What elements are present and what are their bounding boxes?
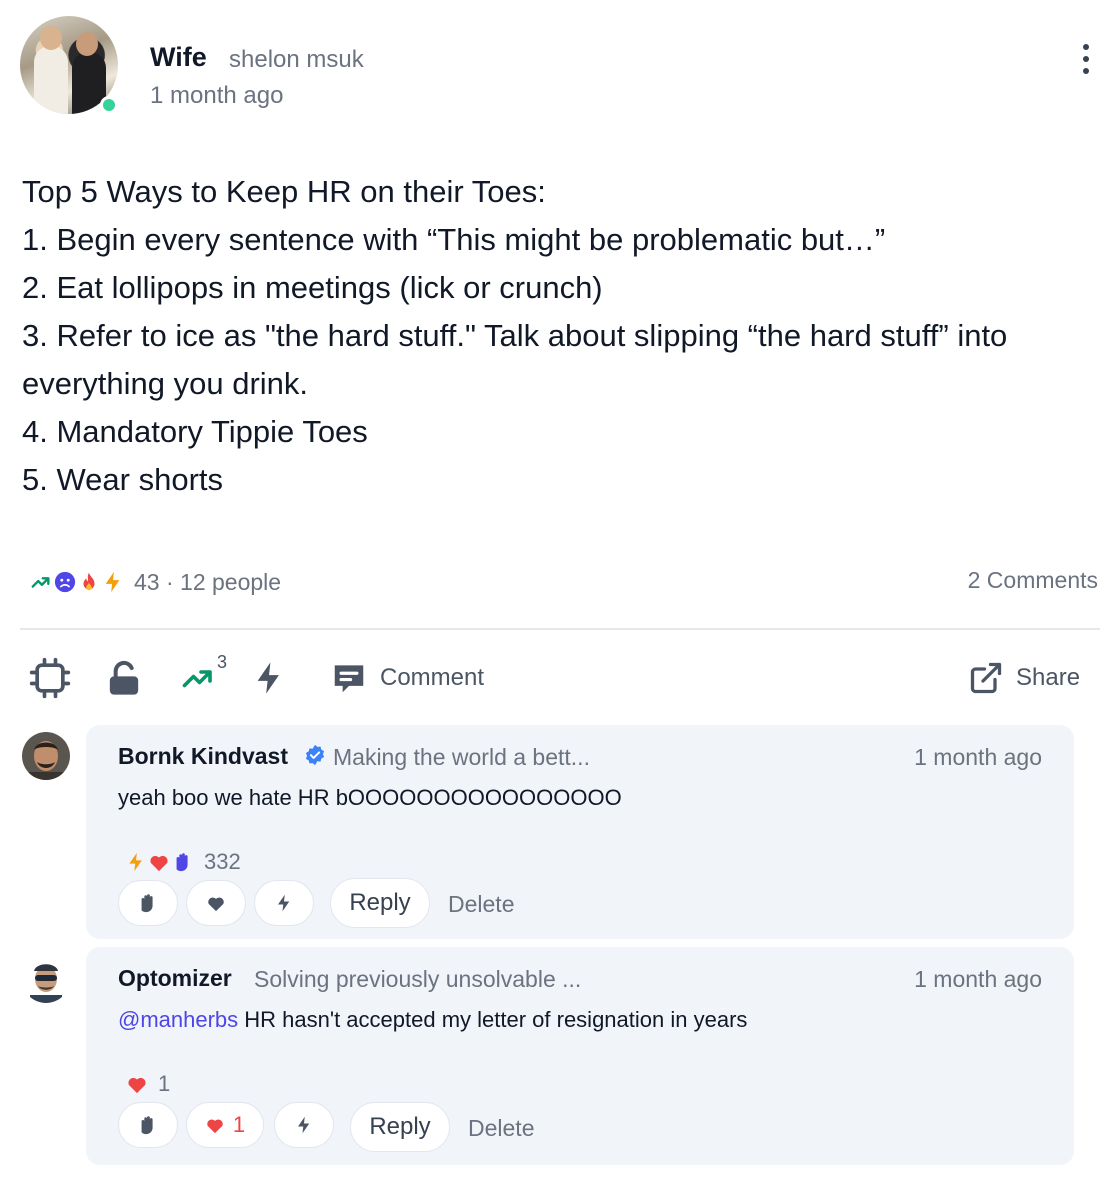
share-icon bbox=[970, 662, 1002, 694]
reply-button[interactable]: Reply bbox=[330, 878, 430, 928]
delete-button[interactable]: Delete bbox=[448, 891, 514, 918]
delete-button[interactable]: Delete bbox=[468, 1115, 534, 1142]
reply-button[interactable]: Reply bbox=[350, 1102, 450, 1152]
comment-reaction-total: 1 bbox=[158, 1071, 171, 1096]
heart-icon bbox=[150, 855, 168, 872]
chip-reaction-button[interactable] bbox=[28, 650, 72, 706]
post-line: 1. Begin every sentence with “This might… bbox=[22, 222, 886, 257]
comment-icon bbox=[334, 665, 364, 693]
heart-icon bbox=[128, 1077, 146, 1094]
post-line: 4. Mandatory Tippie Toes bbox=[22, 414, 368, 449]
commenter-name[interactable]: Optomizer bbox=[118, 965, 232, 992]
commenter-avatar[interactable] bbox=[22, 732, 70, 780]
trending-icon bbox=[182, 670, 212, 688]
bolt-icon bbox=[105, 571, 120, 593]
comment-label: Comment bbox=[380, 664, 485, 691]
bolt-reaction-button[interactable] bbox=[274, 1102, 334, 1148]
comment-timestamp: 1 month ago bbox=[914, 744, 1042, 770]
post-body: Top 5 Ways to Keep HR on their Toes: 1. … bbox=[22, 168, 1102, 504]
author-name[interactable]: Wife bbox=[150, 42, 207, 73]
reaction-summary-text: 43 · 12 people bbox=[134, 568, 282, 595]
author-handle: shelon msuk bbox=[229, 46, 364, 73]
trending-icon bbox=[31, 577, 50, 588]
comment-timestamp: 1 month ago bbox=[914, 966, 1042, 992]
post-line: 5. Wear shorts bbox=[22, 462, 224, 497]
sad-face-icon bbox=[54, 571, 76, 593]
heart-icon bbox=[208, 897, 224, 912]
comment-reaction-summary[interactable]: 332 bbox=[126, 849, 241, 875]
reaction-summary[interactable]: 43 · 12 people bbox=[30, 565, 281, 599]
comment-text-body: HR hasn't accepted my letter of resignat… bbox=[238, 1007, 748, 1032]
chip-icon bbox=[29, 657, 71, 699]
post-header: Wife shelon msuk 1 month ago bbox=[20, 16, 1100, 116]
bolt-reaction-button[interactable] bbox=[252, 650, 286, 706]
heart-reaction-button[interactable] bbox=[186, 880, 246, 926]
bolt-icon bbox=[129, 852, 142, 872]
commenter-name[interactable]: Bornk Kindvast bbox=[118, 743, 288, 770]
hand-icon bbox=[176, 853, 188, 872]
comment-card: Optomizer Solving previously unsolvable … bbox=[86, 947, 1074, 1165]
fire-icon bbox=[83, 572, 95, 591]
post-action-bar: 3 Comment Share bbox=[28, 650, 1088, 706]
online-status-indicator bbox=[100, 96, 118, 114]
hand-icon bbox=[141, 894, 153, 913]
hand-reaction-button[interactable] bbox=[118, 880, 178, 926]
hand-reaction-button[interactable] bbox=[118, 1102, 178, 1148]
comment-text: @manherbs HR hasn't accepted my letter o… bbox=[118, 1007, 747, 1033]
unlock-reaction-button[interactable] bbox=[104, 650, 144, 706]
heart-icon bbox=[207, 1119, 223, 1134]
heart-reaction-button-active[interactable]: 1 bbox=[186, 1102, 264, 1148]
share-button[interactable]: Share bbox=[968, 650, 1080, 706]
trending-reaction-button[interactable]: 3 bbox=[180, 650, 227, 706]
post-timestamp: 1 month ago bbox=[150, 82, 284, 109]
commenter-bio: Solving previously unsolvable ... bbox=[254, 966, 582, 992]
comment-reaction-total: 332 bbox=[204, 849, 241, 874]
hand-icon bbox=[141, 1116, 153, 1135]
post-line: everything you drink. bbox=[22, 366, 309, 401]
heart-reaction-count: 1 bbox=[232, 1112, 246, 1137]
comments-count-link[interactable]: 2 Comments bbox=[968, 567, 1098, 594]
bolt-icon bbox=[298, 1116, 310, 1134]
comment-reaction-summary[interactable]: 1 bbox=[126, 1071, 170, 1097]
more-options-icon[interactable] bbox=[1080, 44, 1092, 74]
post-line: 2. Eat lollipops in meetings (lick or cr… bbox=[22, 270, 603, 305]
bolt-icon bbox=[278, 894, 290, 912]
bolt-icon bbox=[257, 662, 279, 694]
comment-card: Bornk Kindvast Making the world a bett..… bbox=[86, 725, 1074, 939]
commenter-bio: Making the world a bett... bbox=[333, 744, 590, 770]
share-label: Share bbox=[1016, 664, 1081, 691]
comment-text: yeah boo we hate HR bOOOOOOOOOOOOOOOO bbox=[118, 785, 622, 810]
commenter-avatar[interactable] bbox=[22, 955, 70, 1003]
post-line: Top 5 Ways to Keep HR on their Toes: bbox=[22, 174, 546, 209]
verified-icon bbox=[305, 744, 325, 766]
user-mention-link[interactable]: @manherbs bbox=[118, 1007, 238, 1032]
unlock-icon bbox=[109, 660, 139, 695]
bolt-reaction-button[interactable] bbox=[254, 880, 314, 926]
comment-button[interactable]: Comment bbox=[330, 650, 484, 706]
divider bbox=[20, 628, 1100, 630]
post-line: 3. Refer to ice as "the hard stuff." Tal… bbox=[22, 318, 1008, 353]
trending-count: 3 bbox=[217, 651, 228, 672]
